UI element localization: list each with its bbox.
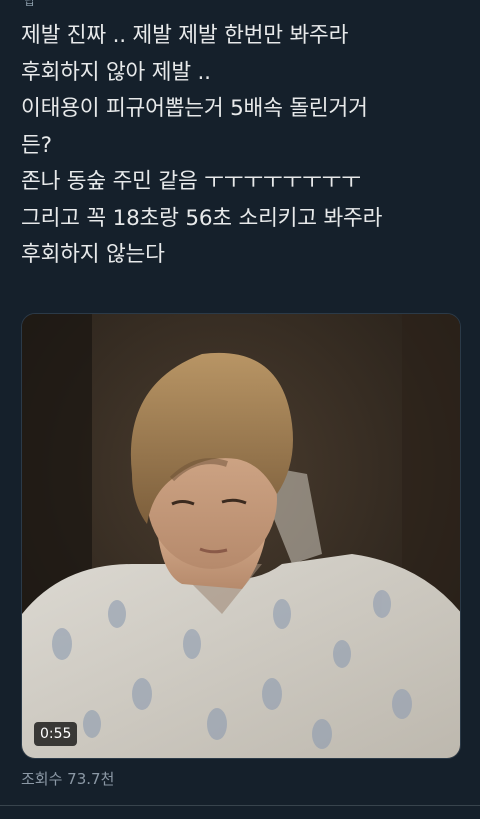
tweet-line: 후회하지 않는다 [21,242,165,267]
tweet-line: 존나 동숲 주민 같음 ㅜㅜㅜㅜㅜㅜㅜㅜ [21,169,361,194]
tweet-line: 그리고 꼭 18초랑 56초 소리키고 봐주라 [21,205,383,231]
tweet-line: 든? [21,132,52,158]
previous-tweet-text: 답 [24,0,36,8]
video-thumbnail [22,314,460,758]
view-count: 조회수 73.7천 [21,770,115,788]
tweet-text: 제발 진짜 .. 제발 제발 한번만 봐주라 후회하지 않아 제발 .. 이태용… [21,18,466,274]
tweet-line: 제발 진짜 .. 제발 제발 한번만 봐주라 [21,23,349,48]
video-player[interactable]: 0:55 [21,313,461,759]
previous-tweet-fragment: 답 [0,0,480,8]
tweet-line: 후회하지 않아 제발 .. [21,59,211,85]
video-duration-badge: 0:55 [34,722,78,746]
divider [0,805,480,806]
tweet-line: 이태용이 피규어뽑는거 5배속 돌린거거 [21,96,368,121]
